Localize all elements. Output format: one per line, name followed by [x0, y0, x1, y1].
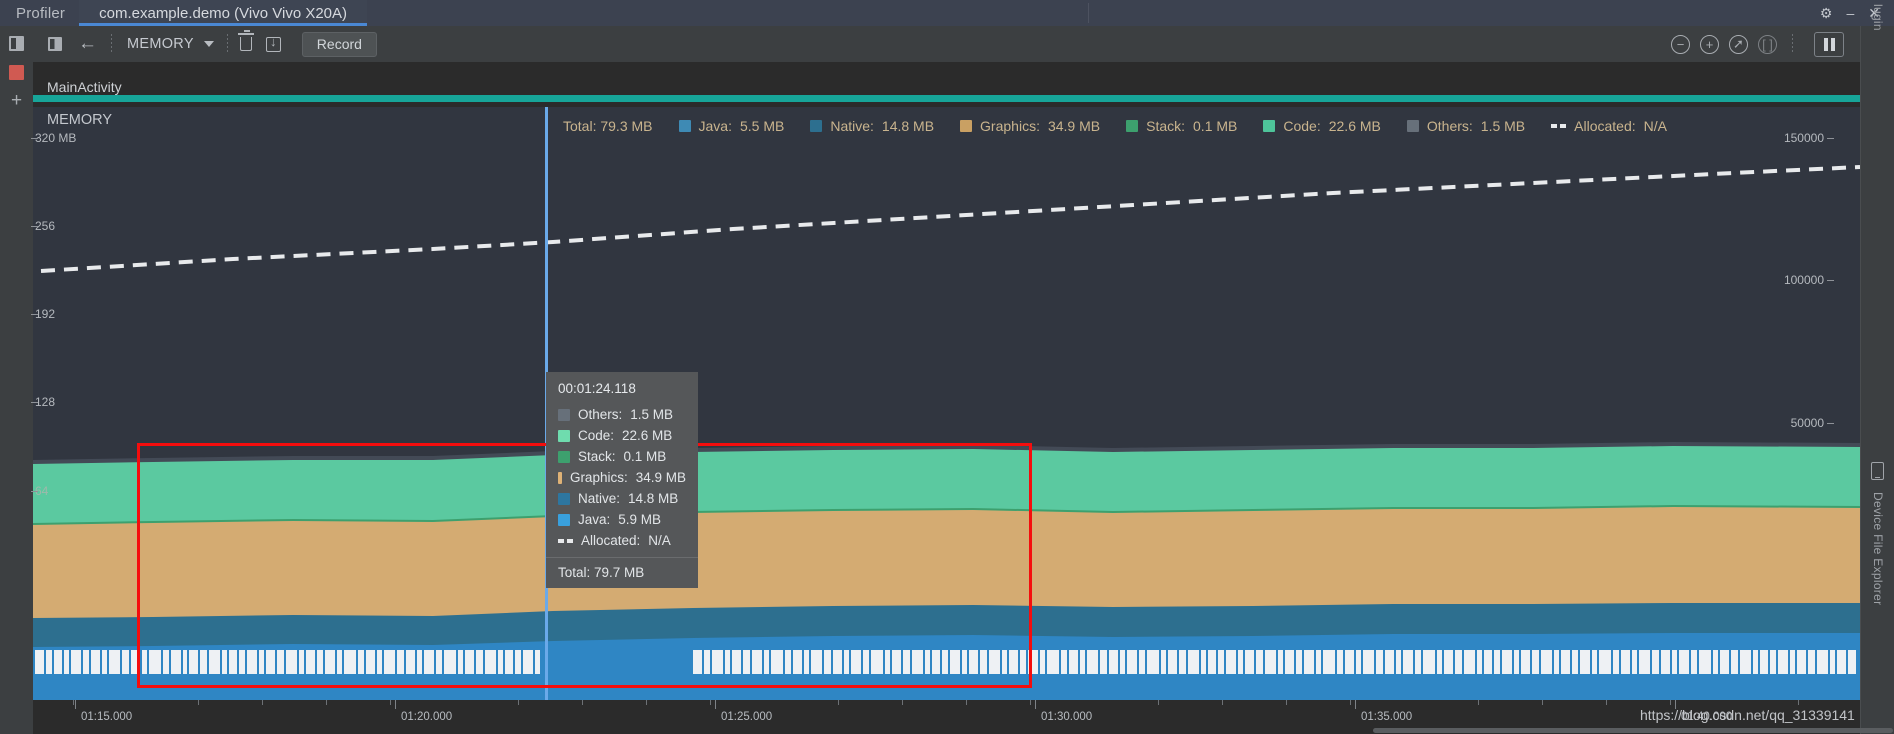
x-tick-4: 01:35.000	[1354, 700, 1413, 723]
tooltip-value-others: 1.5 MB	[630, 407, 674, 422]
profiler-window: Profiler com.example.demo (Vivo Vivo X20…	[0, 0, 1894, 734]
panel-toggle-icon[interactable]	[41, 32, 69, 56]
toolbar-divider-3	[1792, 34, 1793, 54]
x-tick-1: 01:20.000	[394, 700, 453, 723]
tooltip-swatch-stack	[558, 450, 570, 463]
export-icon[interactable]	[259, 32, 288, 56]
activity-label: MainActivity	[47, 79, 122, 95]
tooltip-row-graphics: Graphics: 34.9 MB	[546, 467, 698, 488]
tab-app-session[interactable]: com.example.demo (Vivo Vivo X20A)	[79, 0, 368, 26]
record-button[interactable]: Record	[301, 31, 377, 57]
tab-bar-spacer	[367, 0, 1088, 26]
window-tab-bar: Profiler com.example.demo (Vivo Vivo X20…	[0, 0, 1894, 26]
tooltip-row-native: Native: 14.8 MB	[546, 488, 698, 509]
tooltip-label-allocated: Allocated:	[581, 533, 641, 548]
y2-tick-150000: 150000	[1783, 131, 1835, 145]
tooltip-label-java: Java:	[578, 512, 611, 527]
tooltip-swatch-native	[558, 492, 570, 505]
tab-app-session-label: com.example.demo (Vivo Vivo X20A)	[99, 4, 348, 22]
y2-tick-50000: 50000	[1790, 416, 1835, 430]
tab-profiler-label: Profiler	[16, 4, 66, 22]
profiler-toolbar: ← MEMORY Record − + ➚ [ ]	[33, 26, 1860, 62]
tooltip-timestamp: 00:01:24.118	[558, 381, 636, 396]
tab-bar-spacer-2	[1089, 0, 1810, 26]
tooltip-row-stack: Stack: 0.1 MB	[546, 446, 698, 467]
toolbar-divider-1	[111, 34, 112, 54]
device-file-explorer-label[interactable]: Device File Explorer	[1871, 492, 1885, 605]
watermark: https://blog.csdn.net/qq_31339141	[1640, 707, 1855, 723]
tooltip-swatch-java	[558, 513, 570, 526]
tooltip-label-others: Others:	[578, 407, 623, 422]
x-tick-3: 01:30.000	[1034, 700, 1093, 723]
y-tick-256: 256	[30, 219, 56, 233]
tooltip-swatch-graphics	[558, 471, 562, 484]
horizontal-scrollbar[interactable]	[1373, 728, 1893, 733]
y-axis-right: 150000 100000 50000	[1736, 107, 1835, 700]
tooltip-label-native: Native:	[578, 491, 621, 506]
y-tick-64: 64	[30, 484, 49, 498]
tooltip-value-graphics: 34.9 MB	[635, 470, 686, 485]
activity-lifecycle-bar[interactable]	[33, 95, 1860, 102]
tooltip-row-code: Code: 22.6 MB	[546, 425, 698, 446]
split-layout-icon[interactable]	[9, 36, 24, 51]
tooltip-label-stack: Stack:	[578, 449, 616, 464]
y2-tick-100000: 100000	[1783, 273, 1835, 287]
y-axis-left: 320 MB 256 192 128 64	[30, 107, 93, 700]
tooltip-value-allocated: N/A	[648, 533, 671, 548]
minimize-icon[interactable]: ‒	[1846, 6, 1854, 20]
back-arrow-icon[interactable]: ←	[69, 32, 106, 56]
tooltip-total: Total: 79.7 MB	[546, 557, 698, 588]
toolbar-divider-2	[226, 34, 228, 54]
memory-chart-panel: MEMORY Total: 79.3 MB Java: 5.5 MB Nativ…	[30, 107, 1860, 700]
x-axis[interactable]: 01:15.000 01:20.000 01:25.000 01:30.000 …	[33, 700, 1893, 734]
tooltip-row-allocated: Allocated: N/A	[546, 530, 698, 551]
memory-tooltip: 00:01:24.118 Others: 1.5 MB Code: 22.6 M…	[546, 372, 698, 588]
event-strip: MainActivity	[33, 62, 1860, 107]
tooltip-label-code: Code:	[578, 428, 615, 443]
attach-to-live-icon[interactable]: [ ]	[1758, 34, 1777, 54]
tooltip-swatch-code	[558, 429, 570, 442]
tooltip-label-graphics: Graphics:	[569, 470, 628, 485]
trash-icon[interactable]	[233, 30, 259, 56]
tooltip-row-java: Java: 5.9 MB	[546, 509, 698, 530]
right-rail: lugin Device File Explorer	[1860, 4, 1894, 734]
y-tick-320: 320 MB	[30, 131, 77, 145]
x-tick-0: 01:15.000	[74, 700, 133, 723]
pause-icon[interactable]	[1814, 31, 1844, 57]
zoom-out-icon[interactable]: −	[1671, 34, 1690, 54]
tooltip-value-stack: 0.1 MB	[623, 449, 667, 464]
y-tick-192: 192	[30, 307, 56, 321]
tab-profiler[interactable]: Profiler	[0, 0, 79, 26]
memory-plot-area[interactable]: 00:01:24.118 Others: 1.5 MB Code: 22.6 M…	[33, 107, 1860, 700]
y-tick-128: 128	[30, 395, 56, 409]
gear-icon[interactable]: ⚙	[1820, 6, 1833, 20]
chevron-down-icon[interactable]	[203, 41, 214, 47]
tooltip-row-others: Others: 1.5 MB	[546, 404, 698, 425]
series-allocated-line	[40, 165, 1860, 273]
left-rail: +	[0, 26, 33, 734]
device-icon	[1871, 462, 1884, 480]
toolbar-right-group: − + ➚ [ ]	[1671, 31, 1860, 57]
tooltip-value-code: 22.6 MB	[622, 428, 673, 443]
x-tick-2: 01:25.000	[714, 700, 773, 723]
reset-zoom-icon[interactable]: ➚	[1729, 34, 1748, 54]
zoom-in-icon[interactable]: +	[1700, 34, 1719, 54]
tooltip-swatch-allocated-dashed-icon	[558, 538, 573, 543]
stop-session-icon[interactable]	[9, 65, 24, 80]
add-session-icon[interactable]: +	[11, 91, 22, 110]
tooltip-swatch-others	[558, 408, 570, 421]
tooltip-value-java: 5.9 MB	[618, 512, 662, 527]
plugin-tool-label[interactable]: lugin	[1871, 4, 1885, 31]
tooltip-value-native: 14.8 MB	[628, 491, 679, 506]
profiler-mode-select[interactable]: MEMORY	[117, 36, 200, 52]
